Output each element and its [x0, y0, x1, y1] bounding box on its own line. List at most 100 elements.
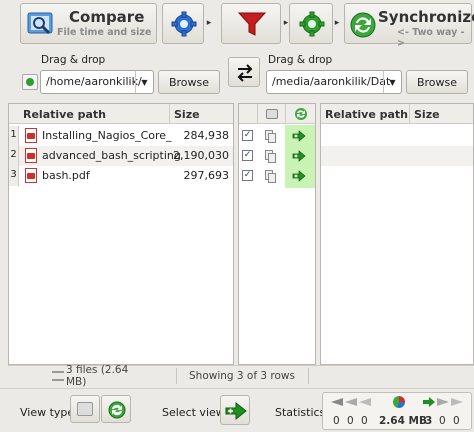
include-checkbox[interactable]: ✓ [242, 130, 253, 141]
right-browse-button[interactable]: Browse [406, 70, 468, 94]
filter-icon [237, 10, 267, 41]
copy-right-icon[interactable] [292, 130, 306, 142]
data-size-pie-icon [393, 396, 405, 408]
view-type-compare-button[interactable] [70, 395, 100, 423]
table-row[interactable]: 3 bash.pdf 297,693 [9, 166, 233, 186]
compare-column-icon [266, 109, 278, 119]
include-checkbox[interactable]: ✓ [242, 150, 253, 161]
file-compare-icon [265, 170, 276, 183]
sync-title: Synchronize [378, 8, 474, 26]
include-checkbox[interactable]: ✓ [242, 170, 253, 181]
sync-subtitle: <- Two way -> [397, 27, 465, 49]
compare-dropdown-arrow[interactable]: ▸ [206, 6, 212, 40]
pdf-file-icon [25, 148, 37, 163]
left-create-icon [331, 398, 343, 406]
chevron-down-icon[interactable]: ▼ [383, 71, 401, 93]
table-row[interactable]: ✓ [239, 166, 315, 186]
right-folder-panel: Drag & drop /media/aaronkilik/Dat ▼ Brow… [262, 48, 474, 98]
right-drag-label: Drag & drop [268, 54, 333, 66]
compare-settings-button[interactable] [162, 3, 204, 44]
gear-icon [170, 10, 198, 41]
left-file-grid[interactable]: Relative path Size 1 Installing_Nagios_C… [8, 103, 234, 365]
right-create-icon [423, 397, 435, 410]
stat-right-update: 0 [439, 415, 446, 427]
swap-sides-button[interactable] [228, 57, 260, 87]
sync-view-icon [108, 401, 126, 422]
right-path-value: /media/aaronkilik/Dat [272, 75, 391, 88]
left-delete-icon [359, 398, 371, 406]
right-update-icon [437, 398, 449, 406]
stat-left-delete: 0 [361, 415, 368, 427]
select-view-button[interactable] [220, 395, 250, 425]
left-path-value: /home/aaronkilik/ [46, 75, 142, 88]
stat-right-delete: 0 [453, 415, 460, 427]
sync-icon [349, 11, 377, 42]
sync-settings-button[interactable] [289, 3, 333, 44]
left-browse-button[interactable]: Browse [158, 70, 220, 94]
left-path-input[interactable]: /home/aaronkilik/ ▼ [40, 70, 154, 94]
table-row[interactable]: ✓ [239, 146, 315, 166]
table-row[interactable] [321, 166, 473, 186]
view-type-sync-button[interactable] [101, 395, 131, 423]
compare-title: Compare [69, 8, 145, 26]
sync-dropdown-arrow[interactable]: ▸ [334, 6, 340, 40]
compare-icon [27, 10, 55, 38]
pdf-file-icon [25, 128, 37, 143]
pdf-file-icon [25, 168, 37, 183]
compare-view-icon [77, 402, 93, 416]
right-path-input[interactable]: /media/aaronkilik/Dat ▼ [266, 70, 402, 94]
copy-right-icon[interactable] [292, 150, 306, 162]
stat-total-size: 2.64 MB [379, 415, 428, 427]
row-number: 3 [9, 166, 19, 186]
table-row[interactable]: 2 advanced_bash_scripting.pdf 2,190,030 [9, 146, 233, 166]
file-size: 297,693 [183, 169, 230, 182]
left-header-size[interactable]: Size [169, 104, 233, 124]
footer-divider [308, 368, 309, 384]
right-file-grid[interactable]: Relative path Size [320, 103, 474, 365]
left-update-icon [345, 398, 357, 406]
filter-button[interactable] [221, 3, 281, 44]
middle-header-checkbox[interactable] [239, 104, 257, 124]
stat-left-create: 0 [333, 415, 340, 427]
file-name: advanced_bash_scripting.pdf [42, 149, 182, 162]
synchronize-button[interactable]: Synchronize <- Two way -> [344, 3, 474, 49]
file-size: 284,938 [183, 129, 230, 142]
right-header-size[interactable]: Size [409, 104, 473, 124]
left-header-relative-path[interactable]: Relative path [9, 104, 169, 124]
chevron-down-icon[interactable]: ▼ [135, 71, 153, 93]
stat-left-update: 0 [347, 415, 354, 427]
row-count: Showing 3 of 3 rows [189, 370, 295, 382]
table-row[interactable]: 1 Installing_Nagios_Core_Fro... 284,938 [9, 126, 233, 146]
right-delete-icon [451, 398, 463, 406]
right-header-relative-path[interactable]: Relative path [321, 104, 409, 124]
files-icon [52, 371, 64, 381]
file-name: bash.pdf [42, 169, 90, 182]
stat-right-create: 3 [425, 415, 433, 427]
file-compare-icon [265, 130, 276, 143]
statistics-label: Statistics: [275, 406, 329, 419]
compare-button[interactable]: Compare File time and size [20, 3, 157, 44]
file-name: Installing_Nagios_Core_Fro... [42, 129, 172, 142]
row-number: 1 [9, 126, 19, 146]
compare-subtitle: File time and size [57, 27, 152, 38]
left-folder-toggle-icon[interactable] [22, 74, 38, 90]
file-compare-icon [265, 150, 276, 163]
middle-header-compare[interactable] [257, 104, 285, 124]
gear-icon [298, 10, 326, 41]
copy-right-icon[interactable] [292, 170, 306, 182]
swap-arrows-icon [235, 63, 255, 86]
file-size: 2,190,030 [173, 149, 229, 162]
table-row[interactable] [321, 126, 473, 146]
left-file-count: 3 files (2.64 MB) [66, 364, 129, 388]
left-drag-label: Drag & drop [41, 54, 106, 66]
statistics-panel: 0 0 0 2.64 MB 3 0 0 [322, 392, 472, 430]
table-row[interactable]: ✓ [239, 126, 315, 146]
middle-header-action[interactable] [285, 104, 315, 124]
bottom-bar: View type: Select view: Statistics: 0 0 … [0, 388, 474, 432]
table-row[interactable] [321, 146, 473, 166]
copy-right-icon [225, 401, 247, 424]
status-footer: 3 files (2.64 MB) Showing 3 of 3 rows [8, 364, 474, 388]
middle-action-grid[interactable]: ✓ ✓ ✓ [238, 103, 316, 365]
sync-column-icon [294, 107, 308, 124]
left-folder-panel: Drag & drop /home/aaronkilik/ ▼ Browse [0, 48, 228, 98]
